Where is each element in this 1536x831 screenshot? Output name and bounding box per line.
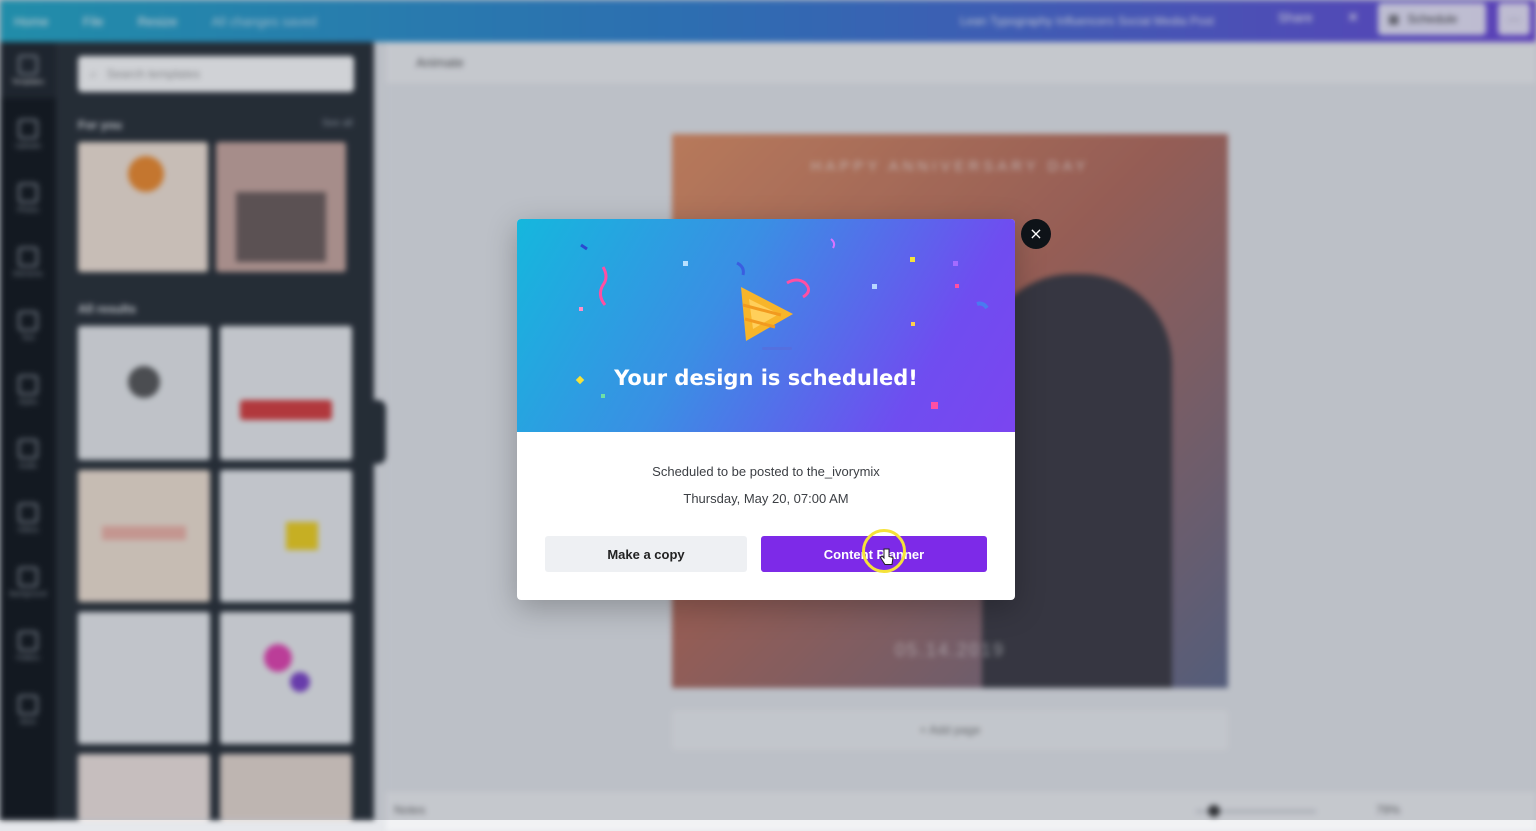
dialog-body: Scheduled to be posted to the_ivorymix T… <box>517 432 1015 600</box>
schedule-datetime: Thursday, May 20, 07:00 AM <box>683 491 849 506</box>
content-planner-button[interactable]: Content Planner <box>761 536 987 572</box>
schedule-destination: Scheduled to be posted to the_ivorymix <box>652 464 880 479</box>
dialog-hero: Your design is scheduled! <box>517 219 1015 432</box>
make-a-copy-button[interactable]: Make a copy <box>545 536 747 572</box>
scheduled-dialog: Your design is scheduled! Scheduled to b… <box>517 219 1015 600</box>
close-icon[interactable]: × <box>1021 219 1051 249</box>
confetti-illustration <box>575 238 989 409</box>
dialog-title: Your design is scheduled! <box>614 366 918 390</box>
